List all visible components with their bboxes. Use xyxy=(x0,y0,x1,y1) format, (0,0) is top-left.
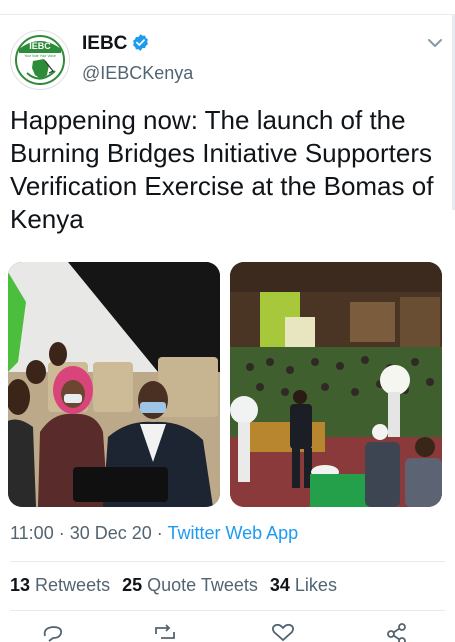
meta-separator-2: · xyxy=(151,523,168,543)
tweet-meta: 11:00 · 30 Dec 20 · Twitter Web App xyxy=(10,523,298,544)
meta-separator: · xyxy=(53,523,70,543)
share-icon[interactable] xyxy=(384,622,410,642)
verified-badge-icon xyxy=(133,34,148,51)
heart-icon[interactable] xyxy=(270,622,296,642)
quote-tweets-stat[interactable]: 25 Quote Tweets xyxy=(122,575,258,595)
likes-count: 34 xyxy=(269,575,290,595)
likes-stat[interactable]: 34 Likes xyxy=(270,575,337,595)
divider xyxy=(10,561,445,562)
chevron-down-icon[interactable] xyxy=(426,36,444,50)
tweet-time: 11:00 xyxy=(10,523,54,543)
quotes-count: 25 xyxy=(122,575,143,595)
tweet-stats: 13 Retweets 25 Quote Tweets 34 Likes xyxy=(10,575,337,596)
tweet-photo-2[interactable] xyxy=(230,262,442,507)
tweet-date: 30 Dec 20 xyxy=(69,523,152,543)
tweet-text: Happening now: The launch of the Burning… xyxy=(10,105,434,234)
tweet-source-app[interactable]: Twitter Web App xyxy=(167,523,298,543)
likes-label: Likes xyxy=(294,575,337,595)
photo-audience-image xyxy=(8,262,220,507)
author-avatar[interactable]: IEBC Your Vote Your Voice xyxy=(10,30,70,90)
retweet-icon[interactable] xyxy=(152,622,178,642)
retweets-label: Retweets xyxy=(35,575,111,595)
author-handle[interactable]: @IEBCKenya xyxy=(82,63,193,84)
logo-text: IEBC xyxy=(29,41,51,51)
top-border xyxy=(0,0,455,15)
divider-2 xyxy=(10,610,445,611)
quotes-label: Quote Tweets xyxy=(147,575,258,595)
author-display-name[interactable]: IEBC xyxy=(82,33,127,55)
tweet-photo-1[interactable] xyxy=(8,262,220,507)
retweets-count: 13 xyxy=(10,575,31,595)
iebc-logo: IEBC Your Vote Your Voice xyxy=(12,32,68,88)
retweets-stat[interactable]: 13 Retweets xyxy=(10,575,110,595)
reply-icon[interactable] xyxy=(40,622,66,642)
logo-subtext: Your Vote Your Voice xyxy=(24,54,56,58)
photo-hall-image xyxy=(230,262,442,507)
